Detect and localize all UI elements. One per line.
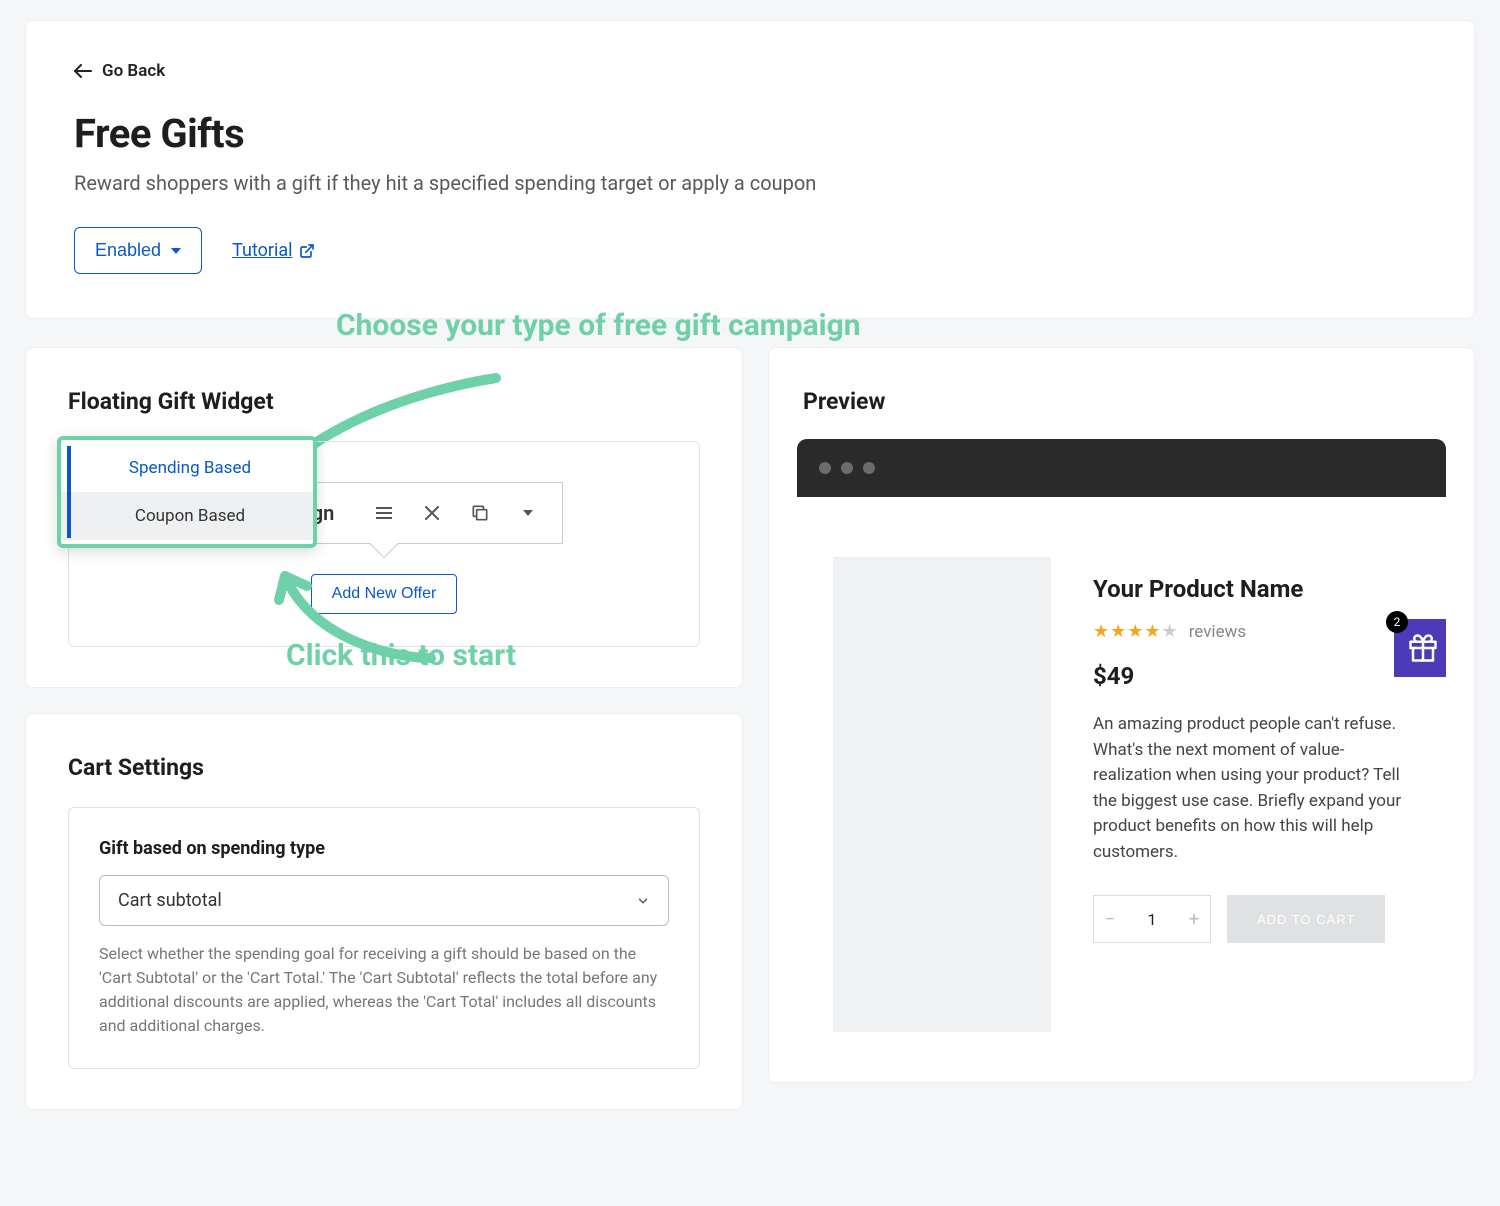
browser-title-bar <box>797 439 1446 497</box>
campaign-type-dropdown: Spending Based Coupon Based <box>57 436 317 548</box>
star-rating: ★★★★★ <box>1093 621 1179 642</box>
quantity-stepper[interactable]: − 1 + <box>1093 895 1211 943</box>
expand-caret-icon[interactable] <box>504 489 552 537</box>
floating-gift-widget-card: Choose your type of free gift campaign F… <box>25 347 743 688</box>
add-to-cart-button[interactable]: ADD TO CART <box>1227 895 1385 943</box>
spending-type-help: Select whether the spending goal for rec… <box>99 942 669 1038</box>
page-subtitle: Reward shoppers with a gift if they hit … <box>74 171 1426 195</box>
cart-row: − 1 + ADD TO CART <box>1093 895 1410 943</box>
product-description: An amazing product people can't refuse. … <box>1093 712 1410 865</box>
spending-type-value: Cart subtotal <box>118 890 222 911</box>
enabled-label: Enabled <box>95 240 161 261</box>
floating-gift-widget-button[interactable]: 2 <box>1394 619 1446 677</box>
external-link-icon <box>299 243 315 259</box>
left-column: Choose your type of free gift campaign F… <box>25 347 743 1110</box>
chevron-down-icon <box>636 894 650 908</box>
preview-title: Preview <box>797 388 1446 415</box>
spending-type-select[interactable]: Cart subtotal <box>99 875 669 926</box>
qty-increment-button[interactable]: + <box>1178 909 1210 930</box>
dropdown-item-spending-based[interactable]: Spending Based <box>61 444 313 492</box>
window-dot <box>863 462 875 474</box>
product-image-placeholder <box>833 557 1051 1032</box>
tutorial-label: Tutorial <box>232 240 292 261</box>
arrow-left-icon <box>74 64 92 78</box>
cart-settings-inner: Gift based on spending type Cart subtota… <box>68 807 700 1069</box>
cart-settings-card: Cart Settings Gift based on spending typ… <box>25 713 743 1110</box>
widget-config-box: Spending Based Coupon Based aign <box>68 441 700 647</box>
caret-down-icon <box>171 248 181 254</box>
gift-badge-count: 2 <box>1386 611 1408 633</box>
product-name: Your Product Name <box>1093 575 1410 603</box>
main-row: Choose your type of free gift campaign F… <box>25 347 1475 1110</box>
dropdown-active-stripe <box>67 446 71 538</box>
widget-section-title: Floating Gift Widget <box>68 388 700 415</box>
add-new-offer-button[interactable]: Add New Offer <box>311 574 458 614</box>
product-price: $49 <box>1093 662 1410 690</box>
qty-value: 1 <box>1126 910 1178 929</box>
enabled-dropdown-button[interactable]: Enabled <box>74 227 202 274</box>
gift-icon <box>1408 633 1438 663</box>
go-back-link[interactable]: Go Back <box>74 61 165 81</box>
spending-type-label: Gift based on spending type <box>99 838 669 859</box>
qty-decrement-button[interactable]: − <box>1094 909 1126 930</box>
preview-product-area: Your Product Name ★★★★★ reviews $49 An a… <box>797 497 1446 1082</box>
product-info: Your Product Name ★★★★★ reviews $49 An a… <box>1093 557 1410 1032</box>
header-card: Go Back Free Gifts Reward shoppers with … <box>25 20 1475 319</box>
reviews-label: reviews <box>1189 622 1246 642</box>
preview-panel: Preview Your Product Name ★★★★★ reviews … <box>768 347 1475 1083</box>
page-title: Free Gifts <box>74 110 1426 157</box>
cart-settings-title: Cart Settings <box>68 754 700 781</box>
header-actions: Enabled Tutorial <box>74 227 1426 274</box>
window-dot <box>841 462 853 474</box>
browser-mockup: Your Product Name ★★★★★ reviews $49 An a… <box>797 439 1446 1082</box>
close-icon[interactable] <box>408 489 456 537</box>
dropdown-item-coupon-based[interactable]: Coupon Based <box>61 492 313 540</box>
window-dot <box>819 462 831 474</box>
go-back-label: Go Back <box>102 61 165 81</box>
rating-row: ★★★★★ reviews <box>1093 621 1410 642</box>
duplicate-icon[interactable] <box>456 489 504 537</box>
tutorial-link[interactable]: Tutorial <box>232 240 314 261</box>
